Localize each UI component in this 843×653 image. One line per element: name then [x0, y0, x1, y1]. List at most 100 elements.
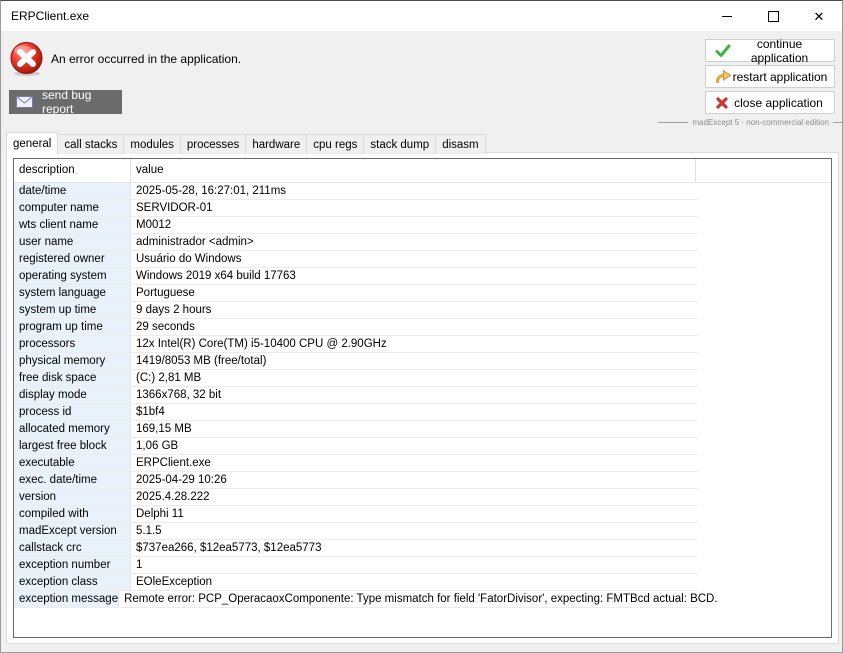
- row-description-cell: free disk space: [14, 370, 131, 386]
- window-controls: ✕: [704, 1, 842, 31]
- row-value-cell: 1,06 GB: [131, 438, 698, 454]
- row-description-cell: callstack crc: [14, 540, 131, 556]
- table-row[interactable]: largest free block 1,06 GB: [14, 438, 698, 455]
- table-row[interactable]: system language Portuguese: [14, 285, 698, 302]
- row-description-cell: exception message: [14, 591, 119, 607]
- row-description-cell: processors: [14, 336, 131, 352]
- table-row[interactable]: process id $1bf4: [14, 404, 698, 421]
- continue-application-button[interactable]: continue application: [705, 39, 835, 62]
- row-description-cell: registered owner: [14, 251, 131, 267]
- table-row[interactable]: madExcept version 5.1.5: [14, 523, 698, 540]
- system-info-table: description value date/time 2025-05-28, …: [13, 158, 832, 638]
- row-value-cell: $1bf4: [131, 404, 698, 420]
- edition-note-dash-right: [833, 122, 842, 123]
- send-bug-report-button[interactable]: send bug report: [9, 90, 122, 114]
- minimize-icon: [722, 16, 732, 17]
- row-value-cell: 29 seconds: [131, 319, 698, 335]
- row-description-cell: allocated memory: [14, 421, 131, 437]
- tab-general[interactable]: general: [6, 132, 58, 155]
- table-row[interactable]: compiled with Delphi 11: [14, 506, 698, 523]
- table-row[interactable]: exec. date/time 2025-04-29 10:26: [14, 472, 698, 489]
- table-row[interactable]: free disk space (C:) 2,81 MB: [14, 370, 698, 387]
- row-value-cell: administrador <admin>: [131, 234, 698, 250]
- restart-application-button[interactable]: restart application: [705, 65, 835, 88]
- row-description-cell: program up time: [14, 319, 131, 335]
- table-row[interactable]: program up time 29 seconds: [14, 319, 698, 336]
- restart-arrow-icon: [715, 69, 732, 84]
- row-description-cell: exception class: [14, 574, 131, 590]
- row-value-cell: 1366x768, 32 bit: [131, 387, 698, 403]
- row-description-cell: system up time: [14, 302, 131, 318]
- row-value-cell: 1: [131, 557, 698, 573]
- close-x-icon: [715, 96, 729, 110]
- table-row[interactable]: version 2025.4.28.222: [14, 489, 698, 506]
- tab-processes[interactable]: processes: [180, 134, 246, 154]
- column-header-description[interactable]: description: [14, 159, 131, 182]
- minimize-button[interactable]: [704, 1, 750, 31]
- column-header-value[interactable]: value: [131, 159, 696, 182]
- row-description-cell: computer name: [14, 200, 131, 216]
- table-row[interactable]: operating system Windows 2019 x64 build …: [14, 268, 698, 285]
- error-icon: [9, 41, 45, 82]
- row-description-cell: version: [14, 489, 131, 505]
- table-row[interactable]: system up time 9 days 2 hours: [14, 302, 698, 319]
- row-value-cell: 2025.4.28.222: [131, 489, 698, 505]
- row-value-cell: 169,15 MB: [131, 421, 698, 437]
- title-bar: ERPClient.exe ✕: [1, 1, 842, 31]
- table-row[interactable]: wts client name M0012: [14, 217, 698, 234]
- table-row[interactable]: physical memory 1419/8053 MB (free/total…: [14, 353, 698, 370]
- send-bug-report-label: send bug report: [42, 88, 122, 116]
- maximize-button[interactable]: [750, 1, 796, 31]
- table-row[interactable]: exception message Remote error: PCP_Oper…: [14, 591, 698, 608]
- row-description-cell: madExcept version: [14, 523, 131, 539]
- table-header: description value: [14, 159, 831, 183]
- row-value-cell: Delphi 11: [131, 506, 698, 522]
- tab-cpu-regs[interactable]: cpu regs: [306, 134, 364, 154]
- continue-application-label: continue application: [731, 37, 828, 65]
- row-value-cell: Remote error: PCP_OperacaoxComponente: T…: [119, 591, 717, 607]
- row-value-cell: 2025-04-29 10:26: [131, 472, 698, 488]
- row-description-cell: exception number: [14, 557, 131, 573]
- tab-bar: generalcall stacksmodulesprocesseshardwa…: [6, 132, 485, 154]
- table-row[interactable]: registered owner Usuário do Windows: [14, 251, 698, 268]
- row-value-cell: Portuguese: [131, 285, 698, 301]
- row-value-cell: EOleException: [131, 574, 698, 590]
- tab-disasm[interactable]: disasm: [435, 134, 485, 154]
- table-row[interactable]: allocated memory 169,15 MB: [14, 421, 698, 438]
- check-icon: [715, 44, 731, 58]
- row-value-cell: 12x Intel(R) Core(TM) i5-10400 CPU @ 2.9…: [131, 336, 698, 352]
- row-description-cell: system language: [14, 285, 131, 301]
- table-row[interactable]: callstack crc $737ea266, $12ea5773, $12e…: [14, 540, 698, 557]
- madexcept-error-window: ERPClient.exe ✕: [0, 0, 843, 653]
- row-value-cell: 5.1.5: [131, 523, 698, 539]
- tab-modules[interactable]: modules: [123, 134, 180, 154]
- row-description-cell: physical memory: [14, 353, 131, 369]
- maximize-icon: [768, 11, 779, 22]
- edition-note: madExcept 5 · non-commercial edition: [658, 118, 842, 127]
- table-row[interactable]: computer name SERVIDOR-01: [14, 200, 698, 217]
- close-application-button[interactable]: close application: [705, 91, 835, 114]
- table-row[interactable]: display mode 1366x768, 32 bit: [14, 387, 698, 404]
- table-row[interactable]: exception number 1: [14, 557, 698, 574]
- table-row[interactable]: date/time 2025-05-28, 16:27:01, 211ms: [14, 183, 698, 200]
- mail-icon: [16, 96, 33, 108]
- row-value-cell: (C:) 2,81 MB: [131, 370, 698, 386]
- row-value-cell: SERVIDOR-01: [131, 200, 698, 216]
- tab-call-stacks[interactable]: call stacks: [57, 134, 124, 154]
- row-value-cell: ERPClient.exe: [131, 455, 698, 471]
- row-value-cell: Usuário do Windows: [131, 251, 698, 267]
- tab-stack-dump[interactable]: stack dump: [363, 134, 436, 154]
- table-row[interactable]: executable ERPClient.exe: [14, 455, 698, 472]
- row-value-cell: 1419/8053 MB (free/total): [131, 353, 698, 369]
- row-value-cell: 2025-05-28, 16:27:01, 211ms: [131, 183, 698, 199]
- edition-note-text: madExcept 5 · non-commercial edition: [692, 118, 829, 127]
- table-row[interactable]: user name administrador <admin>: [14, 234, 698, 251]
- table-row[interactable]: exception class EOleException: [14, 574, 698, 591]
- row-description-cell: exec. date/time: [14, 472, 131, 488]
- table-body: date/time 2025-05-28, 16:27:01, 211ms co…: [14, 183, 831, 608]
- close-button[interactable]: ✕: [796, 1, 842, 31]
- table-row[interactable]: processors 12x Intel(R) Core(TM) i5-1040…: [14, 336, 698, 353]
- row-value-cell: Windows 2019 x64 build 17763: [131, 268, 698, 284]
- window-title: ERPClient.exe: [1, 9, 89, 23]
- tab-hardware[interactable]: hardware: [245, 134, 307, 154]
